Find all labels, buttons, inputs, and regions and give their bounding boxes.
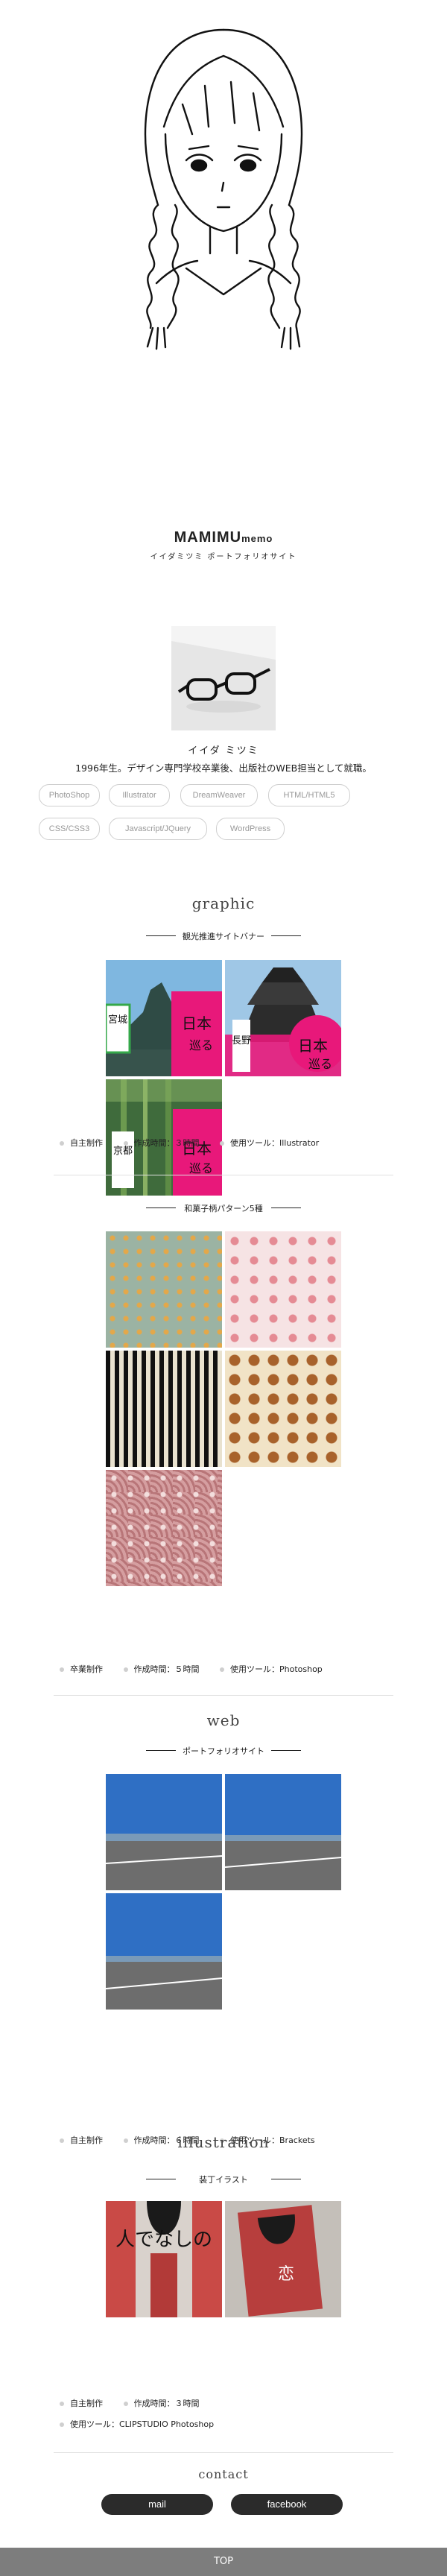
- pattern-1-green[interactable]: [106, 1231, 222, 1348]
- skill-tag-wordpress[interactable]: WordPress: [216, 818, 285, 840]
- site-subtitle: イイダミツミ ポートフォリオサイト: [150, 553, 297, 561]
- web-screenshot-1[interactable]: [106, 1774, 222, 1890]
- divider: [54, 1695, 393, 1696]
- site-title: MAMIMUmemo: [174, 529, 273, 546]
- work-title-portfolio: ポートフォリオサイト: [183, 1746, 264, 1756]
- skill-tag-javascript[interactable]: Javascript/JQuery: [109, 818, 207, 840]
- back-to-top-button[interactable]: TOP: [0, 2548, 447, 2576]
- skill-tag-dreamweaver[interactable]: DreamWeaver: [180, 784, 258, 806]
- profile-photo-glasses: [171, 626, 276, 730]
- banner-text-miyagi-1: 宮城: [108, 1014, 127, 1026]
- skill-tag-photoshop[interactable]: PhotoShop: [39, 784, 100, 806]
- banner-text-nihon-1: 日本: [182, 1014, 212, 1032]
- profile-description: 1996年生。デザイン専門学校卒業後、出版社のWEB担当として就職。: [75, 763, 372, 774]
- web-screenshot-3[interactable]: [106, 1893, 222, 2010]
- web-screenshot-2[interactable]: [225, 1774, 341, 1890]
- banner-text-meguru-2: 巡る: [308, 1057, 332, 1071]
- meta-wagashi: 卒業制作 作成時間：５時間 使用ツール：Photoshop: [60, 1663, 323, 1675]
- section-heading-web: web: [206, 1711, 241, 1729]
- profile-name: イイダ ミツミ: [188, 745, 259, 757]
- subheading-rule-right: [271, 1750, 301, 1751]
- section-heading-graphic: graphic: [191, 894, 256, 912]
- pattern-4-brown[interactable]: [225, 1351, 341, 1467]
- meta-banner: 自主制作 作成時間：３時間 使用ツール：Illustrator: [60, 1137, 319, 1149]
- work-title-wagashi: 和菓子柄パターン5種: [184, 1204, 263, 1213]
- cover-text-left: 人でなしの: [115, 2229, 212, 2251]
- skill-tag-css[interactable]: CSS/CSS3: [39, 818, 100, 840]
- subheading-rule-right: [271, 935, 301, 936]
- section-heading-illustration: illustration: [177, 2133, 270, 2151]
- divider: [54, 2452, 393, 2453]
- banner-text-nihon-2: 日本: [298, 1037, 328, 1055]
- facebook-button[interactable]: facebook: [231, 2494, 343, 2515]
- hero-girl-illustration: [144, 28, 303, 350]
- skill-tag-html[interactable]: HTML/HTML5: [268, 784, 350, 806]
- banner-text-meguru-3: 巡る: [189, 1161, 213, 1175]
- meta-bookcover-row2: 使用ツール：CLIPSTUDIO Photoshop: [60, 2418, 214, 2430]
- meta-bookcover-row1: 自主制作 作成時間：３時間: [60, 2397, 200, 2409]
- banner-text-nagano: 長野: [232, 1035, 251, 1046]
- bookcover-illust-2[interactable]: 恋: [225, 2201, 341, 2317]
- work-title-banner: 観光推進サイトバナー: [183, 932, 264, 941]
- pattern-5-red[interactable]: [106, 1470, 222, 1586]
- mail-button[interactable]: mail: [101, 2494, 213, 2515]
- banner-text-meguru-1: 巡る: [189, 1038, 213, 1052]
- pattern-2-pink[interactable]: [225, 1231, 341, 1348]
- bookcover-illust-1[interactable]: 人でなしの: [106, 2201, 222, 2317]
- skill-tag-illustrator[interactable]: Illustrator: [109, 784, 170, 806]
- work-title-bookcover: 装丁イラスト: [199, 2175, 248, 2185]
- section-heading-contact: contact: [198, 2467, 249, 2481]
- banner-miyagi-pink-panel: 日本 巡る: [171, 991, 222, 1076]
- pattern-3-teal[interactable]: [106, 1351, 222, 1467]
- cover-text-right: 恋: [278, 2265, 294, 2284]
- banner-nagano[interactable]: 長野 日本 巡る: [225, 960, 341, 1076]
